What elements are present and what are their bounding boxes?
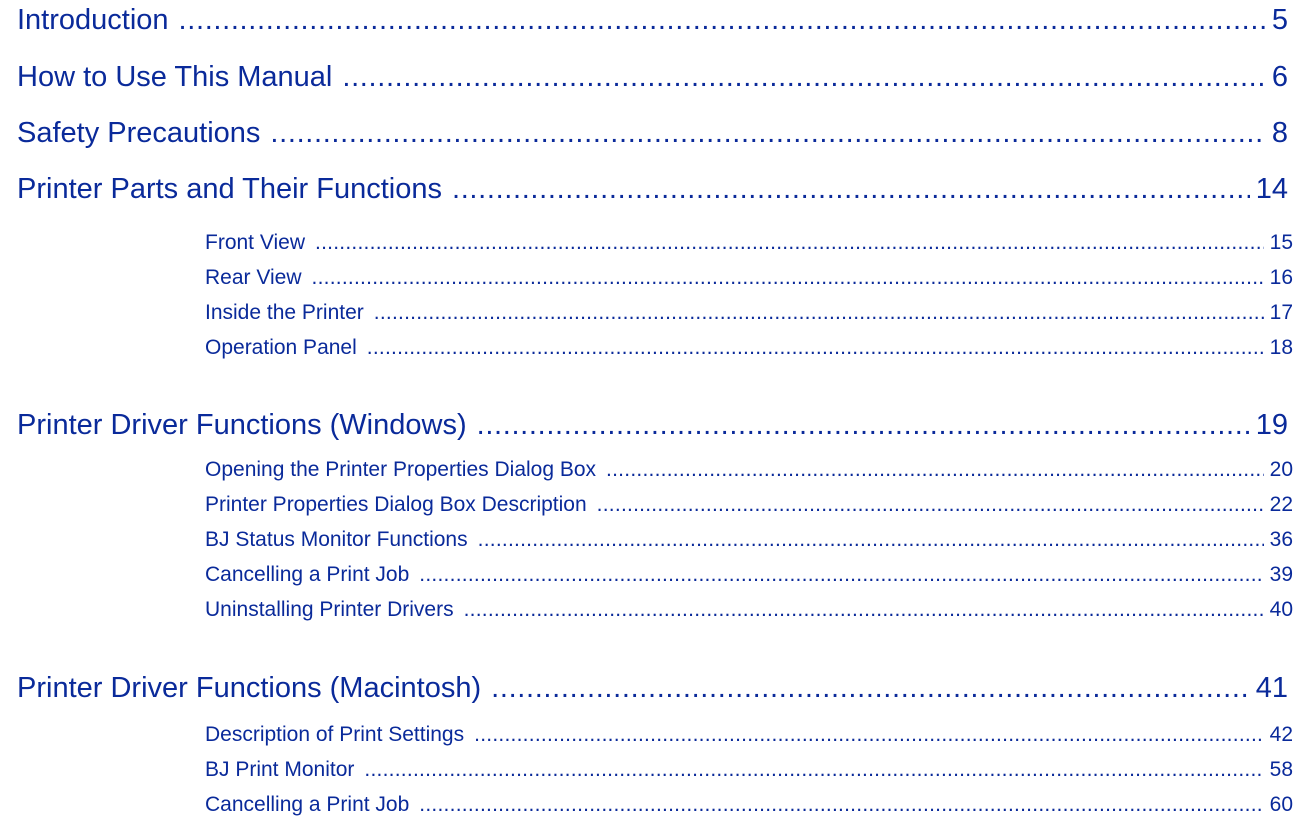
toc-page-number: 36	[1269, 528, 1293, 551]
dot-leader	[312, 266, 1264, 290]
toc-page-number: 60	[1269, 793, 1293, 816]
toc-page-number: 17	[1269, 301, 1293, 324]
toc-entry-label: Introduction	[17, 4, 169, 36]
toc-page-number: 8	[1271, 117, 1288, 149]
toc-subentry-mac-cancelling-print-job[interactable]: Cancelling a Print Job 60	[205, 793, 1293, 823]
toc-entry-label: Inside the Printer	[205, 301, 364, 324]
toc-subentry-print-monitor[interactable]: BJ Print Monitor 58	[205, 758, 1293, 788]
toc-entry-printer-parts[interactable]: Printer Parts and Their Functions 14	[17, 173, 1288, 213]
toc-page-number: 15	[1269, 231, 1293, 254]
dot-leader	[452, 173, 1250, 206]
toc-page-number: 19	[1255, 409, 1288, 441]
toc-entry-label: Safety Precautions	[17, 117, 261, 149]
toc-entry-label: Rear View	[205, 266, 302, 289]
toc-entry-label: Cancelling a Print Job	[205, 793, 410, 816]
dot-leader	[597, 493, 1264, 517]
dot-leader	[179, 4, 1266, 37]
toc-entry-label: Description of Print Settings	[205, 723, 465, 746]
toc-page-number: 41	[1255, 672, 1288, 704]
toc-subentry-uninstalling-drivers[interactable]: Uninstalling Printer Drivers 40	[205, 598, 1293, 628]
dot-leader	[478, 528, 1264, 552]
toc-entry-label: Front View	[205, 231, 305, 254]
toc-entry-driver-macintosh[interactable]: Printer Driver Functions (Macintosh) 41	[17, 672, 1288, 712]
toc-subentry-print-settings[interactable]: Description of Print Settings 42	[205, 723, 1293, 753]
toc-page-number: 6	[1271, 61, 1288, 93]
toc-entry-introduction[interactable]: Introduction 5	[17, 4, 1288, 44]
toc-subentry-inside-printer[interactable]: Inside the Printer 17	[205, 301, 1293, 331]
toc-page-number: 18	[1269, 336, 1293, 359]
toc-page-number: 20	[1269, 458, 1293, 481]
toc-entry-label: BJ Print Monitor	[205, 758, 355, 781]
dot-leader	[464, 598, 1264, 622]
toc-subentry-cancelling-print-job[interactable]: Cancelling a Print Job 39	[205, 563, 1293, 593]
toc-page-number: 42	[1269, 723, 1293, 746]
dot-leader	[315, 231, 1264, 255]
dot-leader	[606, 458, 1264, 482]
table-of-contents: Introduction 5 How to Use This Manual 6 …	[0, 0, 1296, 830]
dot-leader	[342, 61, 1265, 94]
dot-leader	[477, 409, 1250, 442]
toc-subentry-rear-view[interactable]: Rear View 16	[205, 266, 1293, 296]
dot-leader	[367, 336, 1264, 360]
toc-entry-label: Operation Panel	[205, 336, 357, 359]
dot-leader	[364, 758, 1263, 782]
toc-entry-safety[interactable]: Safety Precautions 8	[17, 117, 1288, 157]
toc-subentry-front-view[interactable]: Front View 15	[205, 231, 1293, 261]
toc-page-number: 22	[1269, 493, 1293, 516]
toc-entry-label: Printer Driver Functions (Macintosh)	[17, 672, 482, 704]
toc-page-number: 39	[1269, 563, 1293, 586]
toc-entry-driver-windows[interactable]: Printer Driver Functions (Windows) 19	[17, 409, 1288, 449]
toc-entry-label: Uninstalling Printer Drivers	[205, 598, 454, 621]
toc-page-number: 40	[1269, 598, 1293, 621]
toc-page-number: 58	[1269, 758, 1293, 781]
dot-leader	[419, 793, 1263, 817]
dot-leader	[374, 301, 1264, 325]
toc-entry-how-to-use[interactable]: How to Use This Manual 6	[17, 61, 1288, 101]
toc-entry-label: How to Use This Manual	[17, 61, 333, 93]
dot-leader	[270, 117, 1265, 150]
toc-subentry-status-monitor[interactable]: BJ Status Monitor Functions 36	[205, 528, 1293, 558]
toc-page-number: 14	[1255, 173, 1288, 205]
toc-entry-label: Opening the Printer Properties Dialog Bo…	[205, 458, 597, 481]
toc-entry-label: BJ Status Monitor Functions	[205, 528, 468, 551]
toc-entry-label: Printer Parts and Their Functions	[17, 173, 442, 205]
toc-page-number: 5	[1271, 4, 1288, 36]
toc-entry-label: Printer Properties Dialog Box Descriptio…	[205, 493, 587, 516]
toc-entry-label: Printer Driver Functions (Windows)	[17, 409, 467, 441]
toc-subentry-properties-description[interactable]: Printer Properties Dialog Box Descriptio…	[205, 493, 1293, 523]
dot-leader	[419, 563, 1263, 587]
toc-page-number: 16	[1269, 266, 1293, 289]
dot-leader	[474, 723, 1264, 747]
toc-entry-label: Cancelling a Print Job	[205, 563, 410, 586]
dot-leader	[491, 672, 1250, 705]
toc-subentry-operation-panel[interactable]: Operation Panel 18	[205, 336, 1293, 366]
toc-subentry-opening-properties[interactable]: Opening the Printer Properties Dialog Bo…	[205, 458, 1293, 488]
